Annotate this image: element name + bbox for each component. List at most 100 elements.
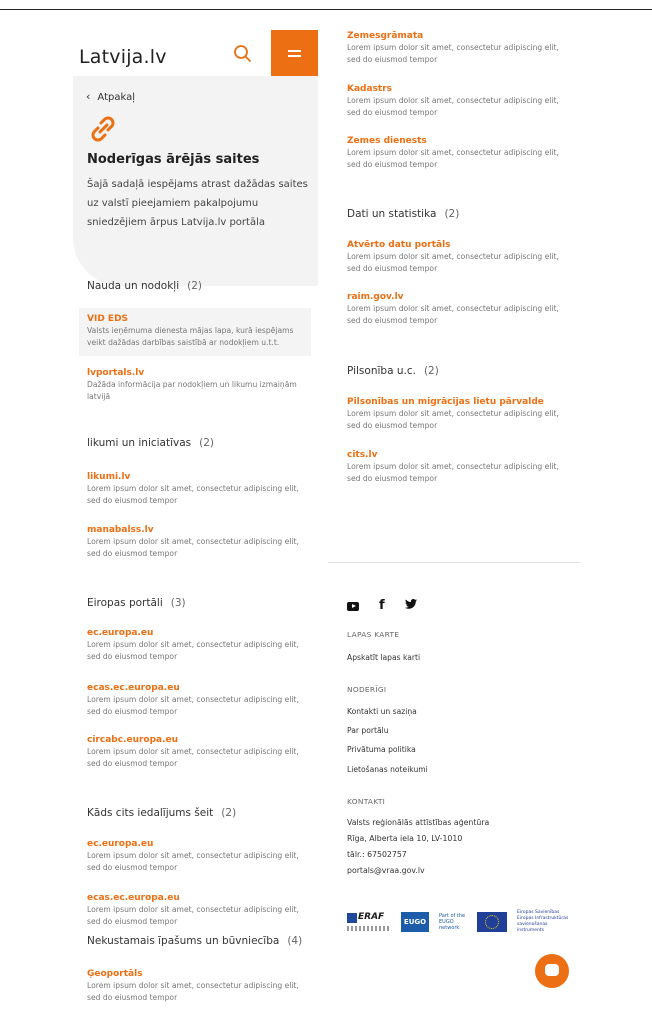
back-label: Atpakaļ (97, 92, 135, 103)
footer-link[interactable]: Privātuma politika (347, 745, 416, 754)
eu-flag-logo (477, 912, 507, 932)
category-title: Eiropas portāli (3) (87, 597, 186, 609)
link-item: ecas.ec.europa.eu Lorem ipsum dolor sit … (87, 683, 305, 717)
facebook-icon[interactable]: f (379, 598, 385, 613)
link-description: Valsts ieņēmuma dienesta mājas lapa, kur… (87, 326, 294, 347)
link-item: cits.lv Lorem ipsum dolor sit amet, cons… (347, 450, 565, 484)
link-description: Lorem ipsum dolor sit amet, consectetur … (87, 537, 299, 558)
top-border (0, 9, 652, 10)
eu-caption: Eiropas Savienības Eiropas Infrastruktūr… (517, 910, 569, 933)
youtube-icon[interactable] (347, 602, 359, 611)
header: Latvija.lv (73, 24, 318, 76)
footer-divider (328, 562, 579, 563)
link-description: Lorem ipsum dolor sit amet, consectetur … (87, 484, 299, 505)
category-title: Nekustamais īpašums un būvniecība (4) (87, 935, 302, 947)
link-description: Lorem ipsum dolor sit amet, consectetur … (347, 409, 559, 430)
link-title[interactable]: Zemesgrāmata (347, 31, 565, 41)
category-title: likumi un iniciatīvas (2) (87, 437, 214, 449)
link-title[interactable]: circabc.europa.eu (87, 735, 305, 745)
site-logo[interactable]: Latvija.lv (79, 46, 167, 68)
logo-text: Latvija.lv (79, 46, 167, 68)
link-title[interactable]: raim.gov.lv (347, 292, 565, 302)
left-column: Latvija.lv ‹ Atpakaļ Noderīgas ārējās sai… (73, 24, 318, 1004)
social-links: f (347, 598, 417, 613)
category-title: Pilsonība u.c. (2) (347, 365, 439, 377)
link-title[interactable]: VID EDS (87, 314, 303, 324)
link-title[interactable]: Zemes dienests (347, 136, 565, 146)
chevron-left-icon: ‹ (86, 90, 91, 103)
category-name: Dati un statistika (347, 208, 437, 220)
sitemap-heading: LAPAS KARTE (347, 630, 400, 639)
link-description: Lorem ipsum dolor sit amet, consectetur … (347, 252, 559, 273)
link-title[interactable]: Ģeoportāls (87, 969, 305, 979)
link-title[interactable]: ec.europa.eu (87, 628, 305, 638)
link-item: ec.europa.eu Lorem ipsum dolor sit amet,… (87, 839, 305, 873)
footer-link[interactable]: Kontakti un saziņa (347, 707, 417, 716)
eraf-logo: ERAF (347, 910, 391, 934)
contact-phone: tālr.: 67502757 (347, 850, 407, 859)
page-title: Noderīgas ārējās saites (87, 152, 260, 167)
footer-link[interactable]: Lietošanas noteikumi (347, 765, 428, 774)
link-title[interactable]: Atvērto datu portāls (347, 240, 565, 250)
link-description: Lorem ipsum dolor sit amet, consectetur … (87, 851, 299, 872)
category-title: Nauda un nodokļi (2) (87, 280, 202, 292)
category-name: Eiropas portāli (87, 597, 163, 609)
link-item: manabalss.lv Lorem ipsum dolor sit amet,… (87, 525, 305, 559)
back-link[interactable]: ‹ Atpakaļ (86, 90, 135, 103)
link-item: ec.europa.eu Lorem ipsum dolor sit amet,… (87, 628, 305, 662)
link-title[interactable]: cits.lv (347, 450, 565, 460)
link-item: circabc.europa.eu Lorem ipsum dolor sit … (87, 735, 305, 769)
link-item: lvportals.lv Dažāda informācija par nodo… (87, 368, 305, 402)
contacts-heading: KONTAKTI (347, 797, 386, 806)
link-item: Kadastrs Lorem ipsum dolor sit amet, con… (347, 84, 565, 118)
link-title[interactable]: manabalss.lv (87, 525, 305, 535)
link-item: Atvērto datu portāls Lorem ipsum dolor s… (347, 240, 565, 274)
link-item: likumi.lv Lorem ipsum dolor sit amet, co… (87, 472, 305, 506)
menu-icon[interactable] (271, 30, 318, 76)
category-count: (2) (199, 437, 215, 449)
category-count: (3) (170, 597, 186, 609)
partner-logos: ERAF EUGO Part of the EUGO network Eirop… (347, 910, 573, 934)
category-name: Nekustamais īpašums un būvniecība (87, 935, 280, 947)
link-item: Pilsonības un migrācijas lietu pārvalde … (347, 397, 565, 431)
link-title[interactable]: likumi.lv (87, 472, 305, 482)
footer-link[interactable]: Par portālu (347, 726, 389, 735)
category-count: (2) (187, 280, 202, 292)
chat-icon[interactable] (535, 954, 569, 988)
category-count: (2) (423, 365, 439, 377)
link-title[interactable]: Pilsonības un migrācijas lietu pārvalde (347, 397, 565, 407)
category-count: (4) (287, 935, 303, 947)
link-icon (87, 112, 119, 146)
link-description: Lorem ipsum dolor sit amet, consectetur … (347, 462, 559, 483)
link-item: Zemes dienests Lorem ipsum dolor sit ame… (347, 136, 565, 170)
link-description: Lorem ipsum dolor sit amet, consectetur … (87, 747, 299, 768)
link-title[interactable]: Kadastrs (347, 84, 565, 94)
link-item: raim.gov.lv Lorem ipsum dolor sit amet, … (347, 292, 565, 326)
link-description: Lorem ipsum dolor sit amet, consectetur … (347, 148, 559, 169)
link-item: VID EDS Valsts ieņēmuma dienesta mājas l… (79, 308, 311, 356)
link-description: Lorem ipsum dolor sit amet, consectetur … (347, 304, 559, 325)
category-title: Dati un statistika (2) (347, 208, 459, 220)
link-item: Zemesgrāmata Lorem ipsum dolor sit amet,… (347, 31, 565, 65)
link-description: Lorem ipsum dolor sit amet, consectetur … (87, 905, 299, 926)
link-item: ecas.ec.europa.eu Lorem ipsum dolor sit … (87, 893, 305, 927)
link-description: Dažāda informācija par nodokļiem un liku… (87, 380, 297, 401)
category-name: likumi un iniciatīvas (87, 437, 192, 449)
search-icon[interactable] (231, 42, 255, 66)
page-description: Šajā sadaļā iespējams atrast dažādas sai… (87, 179, 308, 228)
contact-email[interactable]: portals@vraa.gov.lv (347, 863, 425, 879)
link-description: Lorem ipsum dolor sit amet, consectetur … (347, 43, 559, 64)
link-title[interactable]: ecas.ec.europa.eu (87, 683, 305, 693)
category-name: Kāds cits iedalījums šeit (87, 807, 214, 819)
sitemap-link[interactable]: Apskatīt lapas karti (347, 653, 420, 662)
link-description: Lorem ipsum dolor sit amet, consectetur … (87, 695, 299, 716)
contact-address: Rīga, Alberta iela 10, LV-1010 (347, 834, 463, 843)
link-title[interactable]: ecas.ec.europa.eu (87, 893, 305, 903)
category-count: (2) (221, 807, 237, 819)
right-column: Zemesgrāmata Lorem ipsum dolor sit amet,… (328, 24, 579, 1004)
link-title[interactable]: ec.europa.eu (87, 839, 305, 849)
eugo-caption: Part of the EUGO network (439, 913, 466, 931)
twitter-icon[interactable] (404, 598, 417, 613)
link-description: Lorem ipsum dolor sit amet, consectetur … (87, 640, 299, 661)
link-title[interactable]: lvportals.lv (87, 368, 305, 378)
